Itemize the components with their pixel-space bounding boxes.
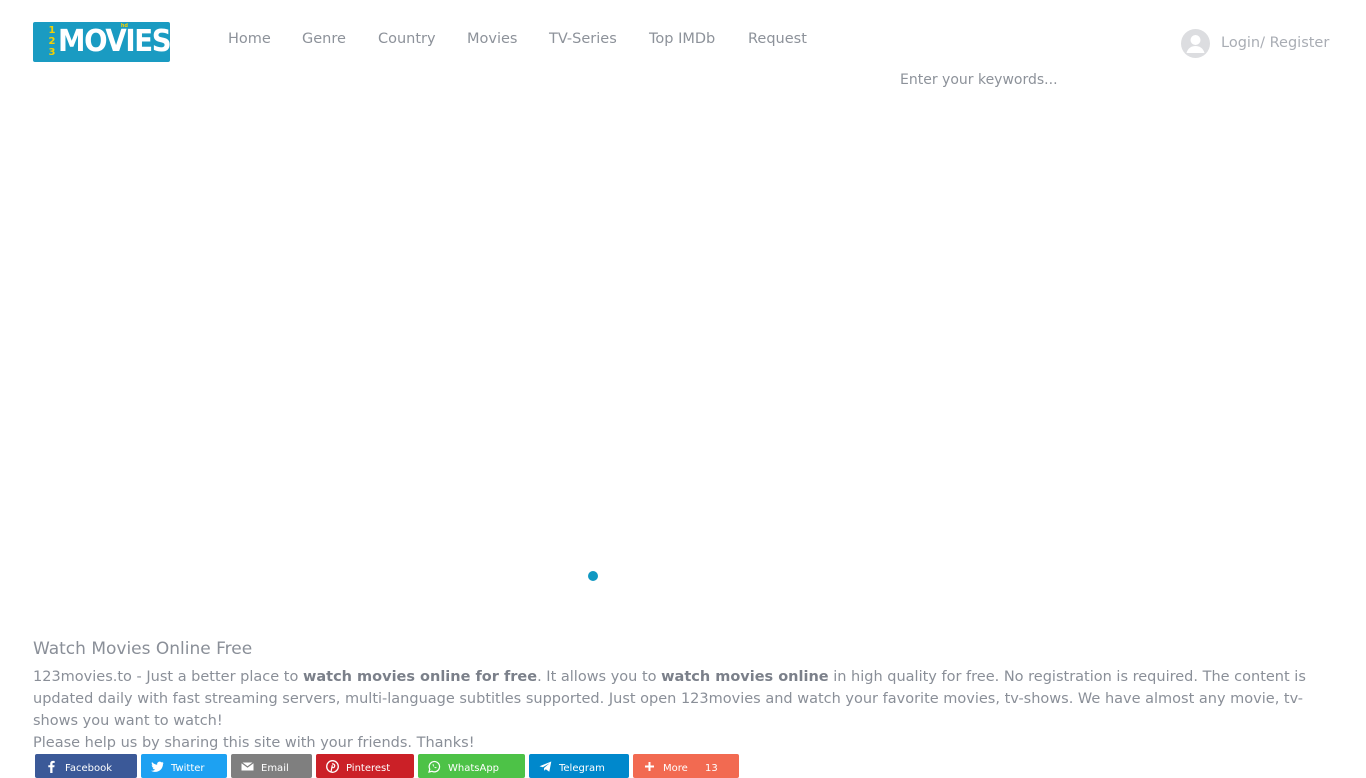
share-more-label: More — [663, 763, 688, 774]
share-telegram-label: Telegram — [559, 763, 605, 774]
loading-indicator — [588, 571, 598, 581]
nav-country[interactable]: Country — [378, 31, 436, 47]
share-more-button[interactable]: More 13 — [633, 754, 739, 778]
share-facebook-label: Facebook — [65, 763, 112, 774]
share-twitter-label: Twitter — [171, 763, 205, 774]
share-email-button[interactable]: Email — [231, 754, 312, 778]
nav-request[interactable]: Request — [748, 31, 807, 47]
share-pinterest-button[interactable]: Pinterest — [316, 754, 414, 778]
nav-genre[interactable]: Genre — [302, 31, 346, 47]
email-icon — [241, 762, 254, 771]
logo-hd-badge: hd — [120, 23, 128, 29]
site-description: Watch Movies Online Free 123movies.to - … — [33, 638, 1338, 754]
share-whatsapp-label: WhatsApp — [448, 763, 500, 774]
share-whatsapp-button[interactable]: WhatsApp — [418, 754, 525, 778]
user-avatar-icon — [1181, 29, 1210, 58]
nav-home[interactable]: Home — [228, 31, 271, 47]
description-highlight: watch movies online for free — [302, 669, 538, 685]
share-facebook-button[interactable]: Facebook — [35, 754, 137, 778]
whatsapp-icon — [428, 760, 441, 773]
nav-top-imdb[interactable]: Top IMDb — [649, 31, 715, 47]
description-paragraph: 123movies.to - Just a better place to wa… — [33, 666, 1338, 732]
telegram-icon — [539, 761, 552, 772]
share-twitter-button[interactable]: Twitter — [141, 754, 227, 778]
page-title: Watch Movies Online Free — [33, 639, 253, 659]
logo-wordmark: MOVIES — [58, 24, 170, 59]
share-email-label: Email — [261, 763, 289, 774]
site-logo[interactable]: 1 2 3 MOVIES hd — [33, 22, 170, 62]
pinterest-icon — [326, 760, 339, 773]
nav-movies[interactable]: Movies — [467, 31, 517, 47]
description-text: . It allows you to — [537, 669, 662, 685]
login-register-label: Login/ Register — [1221, 35, 1330, 51]
share-pinterest-label: Pinterest — [346, 763, 391, 774]
share-request-text: Please help us by sharing this site with… — [33, 735, 475, 751]
logo-digits: 1 2 3 — [48, 25, 56, 58]
nav-tv-series[interactable]: TV-Series — [549, 31, 617, 47]
description-text: 123movies.to - Just a better place to — [33, 669, 303, 685]
twitter-icon — [151, 761, 164, 772]
share-count: 13 — [705, 763, 718, 774]
search-input[interactable] — [900, 70, 1160, 90]
plus-icon — [645, 762, 654, 771]
facebook-icon — [48, 760, 55, 773]
description-highlight: watch movies online — [661, 669, 829, 685]
share-telegram-button[interactable]: Telegram — [529, 754, 629, 778]
